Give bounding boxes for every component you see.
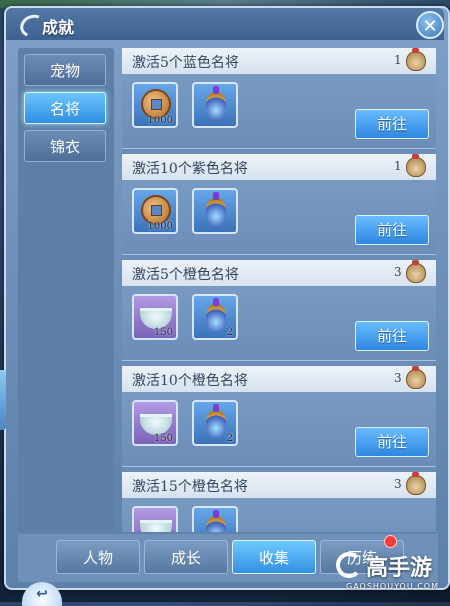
tab-growth[interactable]: 成长 — [144, 540, 228, 574]
achievement-header: 激活5个橙色名将 3 — [122, 260, 436, 286]
silver-ingot-icon — [140, 308, 172, 329]
side-drawer-handle[interactable] — [0, 370, 6, 430]
item-quantity: 2 — [226, 433, 233, 444]
sidebar-item-generals[interactable]: 名将 — [24, 92, 106, 124]
item-quantity: 1000 — [147, 115, 173, 126]
achievement-title: 激活10个紫色名将 — [132, 161, 248, 177]
achievements-window: 成就 ✕ 宠物 名将 锦衣 激活5个蓝色名将 1 1000 前往 激活10个紫色… — [4, 6, 450, 590]
tab-character[interactable]: 人物 — [56, 540, 140, 574]
category-sidebar: 宠物 名将 锦衣 — [18, 48, 114, 532]
reward-bag-icon[interactable] — [406, 472, 426, 495]
reward-slot[interactable]: 150 — [132, 400, 178, 446]
reward-count: 3 — [394, 477, 402, 491]
go-button[interactable]: 前往 — [355, 427, 429, 457]
reward-slot[interactable] — [192, 506, 238, 532]
watermark: 高手游 GAOSHOUYOU.COM — [336, 548, 450, 602]
watermark-brand: 高手游 — [366, 556, 433, 581]
reward-slot[interactable]: 1000 — [132, 82, 178, 128]
potion-flask-icon — [206, 192, 226, 226]
item-quantity: 150 — [153, 327, 173, 338]
reward-slot[interactable]: 2 — [192, 294, 238, 340]
reward-bag-icon[interactable] — [406, 366, 426, 389]
reward-slot[interactable]: 150 — [132, 294, 178, 340]
reward-count: 1 — [394, 159, 402, 173]
achievement-row: 激活10个紫色名将 1 1000 前往 — [122, 154, 436, 255]
reward-slot[interactable]: 2 — [192, 400, 238, 446]
go-button[interactable]: 前往 — [355, 321, 429, 351]
brand-logo-icon — [336, 552, 362, 578]
potion-flask-icon — [206, 404, 226, 438]
achievement-header: 激活10个紫色名将 1 — [122, 154, 436, 180]
item-quantity: 2 — [226, 327, 233, 338]
sidebar-item-pets[interactable]: 宠物 — [24, 54, 106, 86]
achievement-row: 激活5个蓝色名将 1 1000 前往 — [122, 48, 436, 149]
potion-flask-icon — [206, 510, 226, 532]
reward-slot[interactable]: 1000 — [132, 188, 178, 234]
achievement-header: 激活10个橙色名将 3 — [122, 366, 436, 392]
reward-slot[interactable] — [192, 82, 238, 128]
reward-bag-icon[interactable] — [406, 48, 426, 71]
window-title-bar: 成就 ✕ — [6, 8, 444, 41]
go-button[interactable]: 前往 — [355, 215, 429, 245]
achievement-title: 激活5个蓝色名将 — [132, 55, 239, 71]
achievement-row: 激活5个橙色名将 3 150 2 前往 — [122, 260, 436, 361]
achievement-list[interactable]: 激活5个蓝色名将 1 1000 前往 激活10个紫色名将 1 1000 前往 激… — [122, 48, 436, 532]
reward-count: 3 — [394, 371, 402, 385]
reward-bag-icon[interactable] — [406, 260, 426, 283]
achievement-title: 激活5个橙色名将 — [132, 267, 239, 283]
achievement-header: 激活15个橙色名将 3 — [122, 472, 436, 498]
reward-bag-icon[interactable] — [406, 154, 426, 177]
achievement-row: 激活15个橙色名将 3 — [122, 472, 436, 532]
reward-slot[interactable] — [192, 188, 238, 234]
reward-slot[interactable] — [132, 506, 178, 532]
tab-collection[interactable]: 收集 — [232, 540, 316, 574]
go-button[interactable]: 前往 — [355, 109, 429, 139]
close-button[interactable]: ✕ — [416, 11, 444, 39]
achievement-row: 激活10个橙色名将 3 150 2 前往 — [122, 366, 436, 467]
achievement-title: 激活15个橙色名将 — [132, 479, 248, 495]
notification-dot — [384, 535, 397, 548]
watermark-url: GAOSHOUYOU.COM — [346, 582, 440, 591]
reward-count: 1 — [394, 53, 402, 67]
item-quantity: 1000 — [147, 221, 173, 232]
potion-flask-icon — [206, 298, 226, 332]
silver-ingot-icon — [140, 414, 172, 435]
achievement-header: 激活5个蓝色名将 1 — [122, 48, 436, 74]
achievement-title: 激活10个橙色名将 — [132, 373, 248, 389]
window-title: 成就 — [42, 18, 75, 37]
item-quantity: 150 — [153, 433, 173, 444]
sidebar-item-outfits[interactable]: 锦衣 — [24, 130, 106, 162]
silver-ingot-icon — [140, 520, 172, 532]
potion-flask-icon — [206, 86, 226, 120]
reward-count: 3 — [394, 265, 402, 279]
